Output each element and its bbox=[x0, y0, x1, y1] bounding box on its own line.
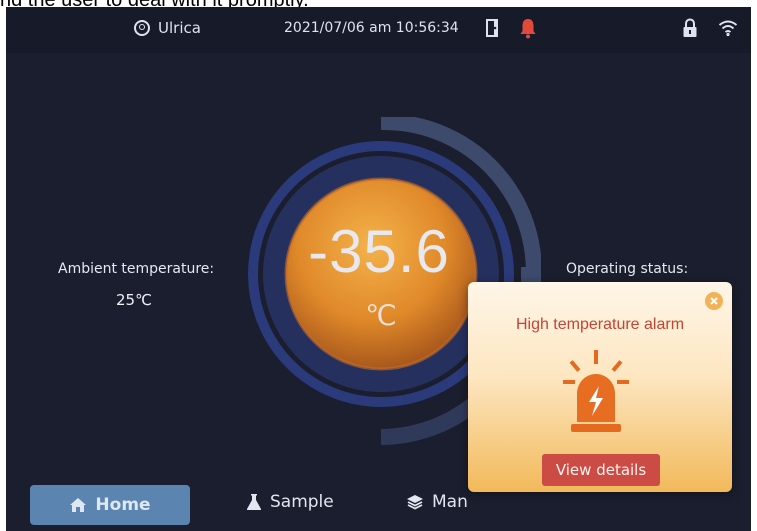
close-icon bbox=[710, 297, 718, 305]
siren-lightning-icon bbox=[563, 350, 629, 432]
popup-title: High temperature alarm bbox=[515, 316, 685, 333]
temperature-unit: ℃ bbox=[365, 300, 397, 331]
temperature-value: -35.6 bbox=[308, 218, 450, 285]
home-icon bbox=[70, 498, 87, 512]
top-status-bar: Ulrica 2021/07/06 am 10:56:34 bbox=[6, 7, 751, 53]
ambient-temperature-label: Ambient temperature: bbox=[58, 261, 215, 277]
nav-manage-label: Man bbox=[432, 492, 468, 512]
door-icon[interactable] bbox=[485, 18, 499, 38]
nav-home-label: Home bbox=[95, 495, 151, 515]
user-account[interactable]: Ulrica bbox=[134, 19, 201, 37]
popup-close-button[interactable] bbox=[705, 292, 723, 310]
lock-icon[interactable] bbox=[682, 18, 698, 38]
user-name: Ulrica bbox=[158, 19, 201, 37]
alarm-popup: High temperature alarm View details bbox=[468, 282, 732, 492]
nav-sample-label: Sample bbox=[270, 492, 334, 512]
nav-home[interactable]: Home bbox=[30, 485, 190, 525]
datetime-display: 2021/07/06 am 10:56:34 bbox=[284, 20, 459, 36]
layers-icon bbox=[407, 495, 423, 510]
bell-icon[interactable] bbox=[519, 17, 537, 39]
wifi-icon bbox=[718, 20, 738, 37]
user-icon bbox=[134, 20, 150, 36]
nav-sample[interactable]: Sample bbox=[246, 492, 334, 512]
operating-status-label: Operating status: bbox=[566, 261, 689, 277]
ambient-temperature-value: 25℃ bbox=[116, 291, 152, 309]
app-screen: Ulrica 2021/07/06 am 10:56:34 -35.6 ℃ Am… bbox=[6, 7, 751, 531]
flask-icon bbox=[247, 494, 261, 510]
view-details-button[interactable]: View details bbox=[542, 454, 660, 486]
nav-manage[interactable]: Man bbox=[406, 492, 468, 512]
